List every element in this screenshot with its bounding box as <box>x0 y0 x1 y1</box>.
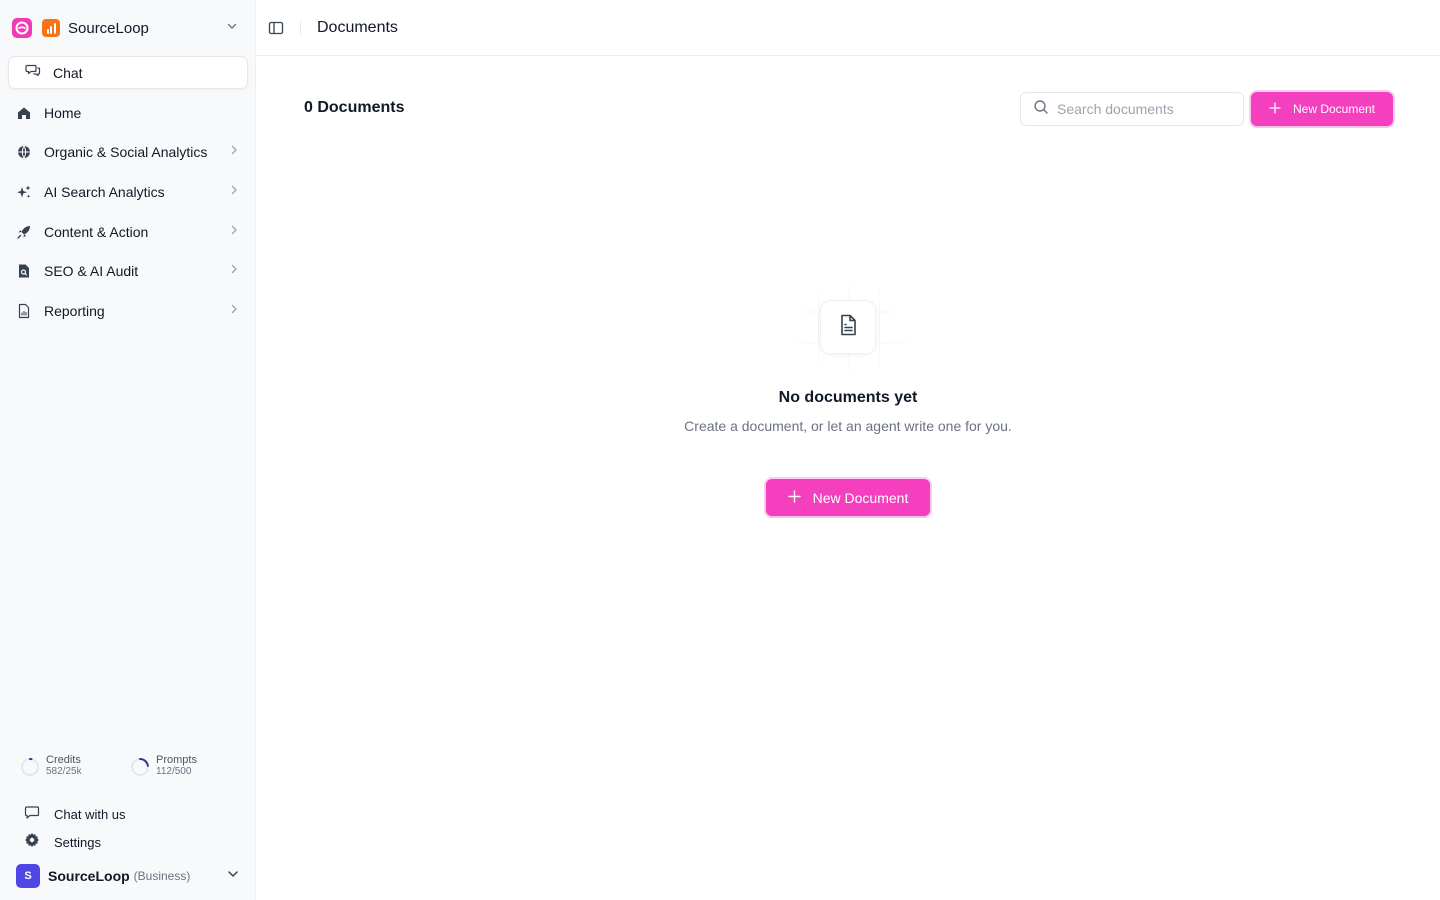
plus-icon <box>1269 101 1281 117</box>
chat-bubbles-icon <box>25 62 41 83</box>
prompts-label: Prompts <box>156 754 197 766</box>
chevron-down-icon <box>226 867 240 886</box>
chat-with-us-link[interactable]: Chat with us <box>24 800 244 828</box>
sidebar-nav: Home Organic & Social Analytics AI Searc… <box>8 93 248 331</box>
app-logo-icon <box>12 18 32 38</box>
chat-with-us-label: Chat with us <box>54 806 126 822</box>
sidebar-item-label: SEO & AI Audit <box>44 263 139 280</box>
chevron-right-icon <box>228 143 240 161</box>
rocket-icon <box>16 224 32 240</box>
gear-icon <box>24 832 40 853</box>
search-icon <box>1033 99 1049 120</box>
file-search-icon <box>16 263 32 279</box>
workspace-switcher[interactable]: SourceLoop <box>12 16 244 40</box>
credits-usage: Credits 582/25k <box>20 754 130 782</box>
account-plan: (Business) <box>133 869 191 883</box>
header-divider <box>300 20 301 35</box>
sidebar-item-seo-ai-audit[interactable]: SEO & AI Audit <box>8 251 248 291</box>
sidebar-item-home[interactable]: Home <box>8 93 248 133</box>
empty-state-title: No documents yet <box>778 389 918 406</box>
sidebar-item-label: Content & Action <box>44 223 149 240</box>
chevron-down-icon <box>226 19 238 37</box>
sidebar-toggle-icon[interactable] <box>268 20 284 36</box>
new-document-label: New Document <box>812 489 909 506</box>
credits-label: Credits <box>46 754 81 766</box>
empty-state-icon-card <box>820 300 876 354</box>
page-title: Documents <box>317 18 398 36</box>
usage-meters: Credits 582/25k Prompts 112/500 <box>20 754 240 782</box>
empty-state-new-document-button[interactable]: New Document <box>766 479 930 516</box>
empty-state-description: Create a document, or let an agent write… <box>684 418 1012 434</box>
chat-label: Chat <box>53 64 83 81</box>
report-icon <box>16 303 32 319</box>
sidebar-item-label: AI Search Analytics <box>44 183 165 200</box>
plus-icon <box>787 489 801 506</box>
search-box[interactable] <box>1020 92 1244 126</box>
workspace-name: SourceLoop <box>68 19 149 37</box>
new-document-label: New Document <box>1292 102 1376 116</box>
new-document-button[interactable]: New Document <box>1251 92 1393 126</box>
sparkles-icon <box>16 184 32 200</box>
globe-icon <box>16 144 32 160</box>
search-input[interactable] <box>1057 101 1237 117</box>
settings-link[interactable]: Settings <box>24 828 244 856</box>
top-bar: Documents <box>256 0 1440 56</box>
chevron-right-icon <box>228 302 240 320</box>
sidebar-item-reporting[interactable]: Reporting <box>8 291 248 331</box>
sidebar-item-label: Organic & Social Analytics <box>44 144 208 161</box>
prompts-value: 112/500 <box>156 766 192 777</box>
sidebar-footer-links: Chat with us Settings <box>24 800 244 856</box>
chevron-right-icon <box>228 262 240 280</box>
sidebar: SourceLoop Chat Home Organic & Social An… <box>0 0 256 900</box>
chevron-right-icon <box>228 183 240 201</box>
chevron-right-icon <box>228 223 240 241</box>
account-name: SourceLoop <box>48 868 130 884</box>
settings-label: Settings <box>54 834 101 850</box>
account-switcher[interactable]: S SourceLoop (Business) <box>16 864 244 888</box>
message-icon <box>24 804 40 825</box>
sidebar-item-label: Reporting <box>44 302 105 319</box>
credits-value: 582/25k <box>46 766 82 777</box>
prompts-progress-ring <box>131 758 149 776</box>
document-count: 0 Documents <box>304 99 405 116</box>
sidebar-item-organic-social-analytics[interactable]: Organic & Social Analytics <box>8 133 248 173</box>
credits-progress-ring <box>21 758 39 776</box>
project-chart-icon <box>42 19 60 37</box>
prompts-usage: Prompts 112/500 <box>130 754 240 782</box>
sidebar-item-ai-search-analytics[interactable]: AI Search Analytics <box>8 172 248 212</box>
document-icon <box>836 313 860 342</box>
home-icon <box>16 105 32 121</box>
sidebar-item-content-action[interactable]: Content & Action <box>8 212 248 252</box>
chat-button[interactable]: Chat <box>8 56 248 89</box>
sidebar-item-label: Home <box>44 104 82 121</box>
avatar: S <box>16 864 40 888</box>
